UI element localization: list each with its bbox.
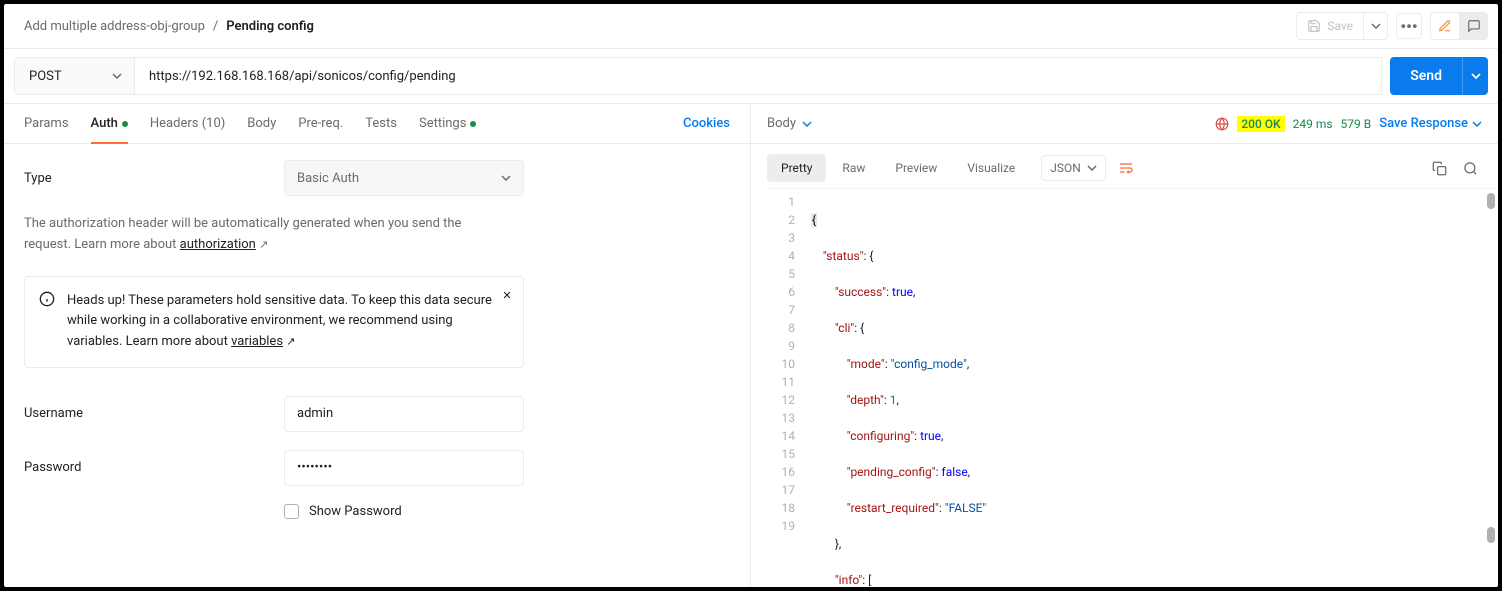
response-time: 249 ms — [1293, 117, 1333, 131]
code-content: { "status": { "success": true, "cli": { … — [807, 189, 1498, 587]
save-icon — [1307, 19, 1321, 33]
save-response-button[interactable]: Save Response — [1379, 116, 1482, 131]
copy-icon[interactable] — [1432, 161, 1447, 176]
edit-icon[interactable] — [1431, 13, 1459, 39]
response-body-dropdown[interactable]: Body — [767, 116, 812, 131]
url-bar: POST https://192.168.168.168/api/sonicos… — [4, 49, 1498, 104]
wrap-lines-icon[interactable] — [1114, 156, 1138, 180]
scrollbar[interactable] — [1484, 189, 1498, 587]
app-window: Add multiple address-obj-group / Pending… — [4, 4, 1498, 587]
auth-type-select[interactable]: Basic Auth — [284, 160, 524, 196]
info-icon — [39, 291, 55, 307]
cookies-link[interactable]: Cookies — [683, 116, 730, 131]
auth-panel: Type Basic Auth The authorization header… — [4, 144, 750, 587]
tab-settings[interactable]: Settings — [419, 104, 476, 143]
dot-indicator — [122, 121, 128, 127]
format-select[interactable]: JSON — [1041, 155, 1106, 181]
close-icon[interactable] — [501, 289, 513, 301]
external-link-icon: ↗ — [259, 238, 268, 251]
external-link-icon: ↗ — [286, 335, 295, 348]
show-password-checkbox[interactable] — [284, 504, 299, 519]
breadcrumb: Add multiple address-obj-group / Pending… — [24, 19, 314, 34]
line-gutter: 1 2 3 4 5 6 7 8 9 10 11 12 13 14 15 16 1 — [767, 189, 807, 587]
auth-help-link[interactable]: authorization — [180, 237, 256, 252]
topbar: Add multiple address-obj-group / Pending… — [4, 4, 1498, 49]
password-value: •••••••• — [297, 460, 332, 475]
response-toolbar: Pretty Raw Preview Visualize JSON — [751, 144, 1498, 188]
username-input[interactable]: admin — [284, 396, 524, 432]
tab-body[interactable]: Body — [247, 104, 276, 143]
tab-prereq[interactable]: Pre-req. — [298, 104, 343, 143]
save-button-group: Save — [1296, 12, 1388, 40]
save-label: Save — [1327, 19, 1353, 33]
inspect-group — [1430, 12, 1488, 40]
url-input[interactable]: https://192.168.168.168/api/sonicos/conf… — [134, 57, 1382, 95]
breadcrumb-current: Pending config — [226, 19, 314, 34]
type-label: Type — [24, 171, 284, 186]
tab-auth[interactable]: Auth — [91, 104, 128, 143]
view-pretty[interactable]: Pretty — [767, 154, 826, 182]
auth-help-text: The authorization header will be automat… — [24, 214, 484, 256]
response-size: 579 B — [1341, 117, 1372, 131]
scrollbar-thumb[interactable] — [1487, 527, 1495, 543]
breadcrumb-sep: / — [213, 19, 218, 34]
username-value: admin — [297, 406, 333, 421]
sensitive-data-alert: Heads up! These parameters hold sensitiv… — [24, 276, 524, 368]
scrollbar-thumb[interactable] — [1487, 193, 1495, 209]
view-visualize[interactable]: Visualize — [953, 154, 1029, 182]
send-group: Send — [1390, 57, 1488, 95]
password-label: Password — [24, 460, 284, 475]
response-header: Body 200 OK 249 ms 579 B Save Response — [751, 104, 1498, 144]
password-input[interactable]: •••••••• — [284, 450, 524, 486]
url-value: https://192.168.168.168/api/sonicos/conf… — [149, 69, 456, 84]
network-icon[interactable] — [1215, 117, 1229, 131]
panes: Params Auth Headers (10) Body Pre-req. T… — [4, 104, 1498, 587]
status-badge: 200 OK — [1237, 116, 1284, 132]
method-select[interactable]: POST — [14, 57, 134, 95]
save-button[interactable]: Save — [1297, 14, 1363, 38]
show-password-label: Show Password — [309, 504, 402, 519]
response-pane: Body 200 OK 249 ms 579 B Save Response — [751, 104, 1498, 587]
save-menu-button[interactable] — [1363, 13, 1387, 39]
view-raw[interactable]: Raw — [828, 154, 879, 182]
send-menu-button[interactable] — [1462, 57, 1488, 95]
method-value: POST — [29, 69, 62, 84]
breadcrumb-parent[interactable]: Add multiple address-obj-group — [24, 19, 205, 34]
response-body[interactable]: 1 2 3 4 5 6 7 8 9 10 11 12 13 14 15 16 1 — [767, 188, 1498, 587]
comment-icon[interactable] — [1459, 13, 1487, 39]
auth-type-value: Basic Auth — [297, 171, 359, 186]
view-preview[interactable]: Preview — [881, 154, 951, 182]
tab-tests[interactable]: Tests — [365, 104, 397, 143]
send-button[interactable]: Send — [1390, 57, 1462, 95]
dot-indicator — [470, 121, 476, 127]
tab-headers[interactable]: Headers (10) — [150, 104, 225, 143]
request-tabs: Params Auth Headers (10) Body Pre-req. T… — [4, 104, 750, 144]
username-label: Username — [24, 406, 284, 421]
topbar-actions: Save ••• — [1296, 12, 1488, 40]
search-icon[interactable] — [1463, 161, 1478, 176]
tab-params[interactable]: Params — [24, 104, 69, 143]
variables-link[interactable]: variables — [231, 334, 283, 349]
request-pane: Params Auth Headers (10) Body Pre-req. T… — [4, 104, 751, 587]
show-password-row[interactable]: Show Password — [284, 504, 730, 519]
more-actions-button[interactable]: ••• — [1396, 13, 1422, 39]
